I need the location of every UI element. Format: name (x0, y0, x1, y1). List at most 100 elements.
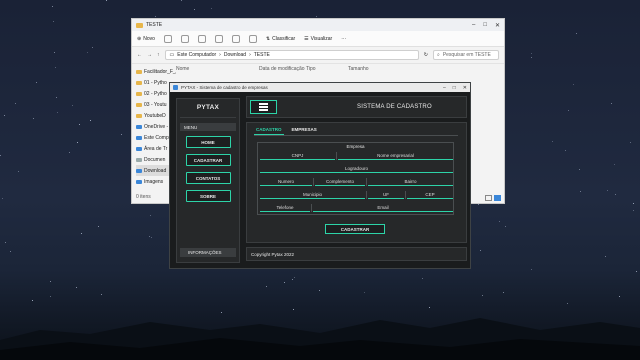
nav-item[interactable]: Facilitador_F_A (136, 66, 176, 77)
up-icon[interactable]: ↑ (157, 52, 160, 58)
cadastrar-submit-button[interactable]: CADASTRAR (325, 224, 385, 234)
cadastrar-nav-button[interactable]: CADASTRAR (185, 154, 231, 166)
search-input[interactable]: ⌕ Pesquisar em TESTE (433, 50, 499, 60)
star-dot (15, 103, 16, 104)
breadcrumb-item[interactable]: TESTE (254, 52, 270, 58)
cep-field[interactable]: CEP (407, 191, 453, 199)
computer-icon (136, 135, 142, 140)
star-dot (77, 142, 78, 143)
column-header-modified[interactable]: Data de modificação (259, 66, 306, 72)
view-toggle (485, 195, 501, 201)
telefone-field[interactable]: Telefone (260, 204, 310, 212)
app-titlebar: PYTAX - Sistema de cadastro de empresas … (170, 83, 470, 92)
uf-field[interactable]: UF (368, 191, 404, 199)
more-button[interactable]: ··· (341, 36, 346, 42)
explorer-toolbar: ⊕ Novo ⇅ Classificar ☰ Visualizar ··· (132, 31, 504, 47)
numero-field[interactable]: Numero (260, 178, 312, 186)
delete-icon[interactable] (248, 34, 257, 43)
logradouro-field[interactable]: Logradouro (260, 165, 453, 173)
field-separator (366, 178, 367, 186)
address-bar[interactable]: ▭ Este Computador › Download › TESTE (164, 50, 419, 60)
maximize-icon[interactable]: □ (453, 85, 456, 91)
star-dot (211, 8, 212, 9)
breadcrumb-item[interactable]: Download (224, 52, 246, 58)
star-dot (565, 150, 566, 151)
star-dot (531, 57, 532, 58)
star-dot (478, 204, 479, 205)
star-dot (364, 292, 365, 293)
breadcrumb-item[interactable]: Este Computador (177, 52, 216, 58)
menu-label: MENU (180, 123, 236, 131)
rename-icon[interactable] (214, 34, 223, 43)
forward-icon[interactable]: → (147, 52, 152, 58)
minimize-icon[interactable]: – (472, 22, 475, 29)
contatos-button[interactable]: CONTATOS (185, 172, 231, 184)
nav-item-label: 02 - Pytho (144, 90, 167, 97)
paste-icon[interactable] (197, 34, 206, 43)
star-dot (503, 292, 504, 293)
tiles-view-icon[interactable] (494, 195, 501, 201)
field-separator (366, 191, 367, 199)
star-dot (615, 194, 616, 195)
sort-icon: ⇅ (265, 35, 271, 42)
email-field[interactable]: Email (313, 204, 453, 212)
minimize-icon[interactable]: – (443, 85, 446, 91)
view-button[interactable]: ☰ Visualizar (304, 36, 332, 42)
star-dot (151, 237, 152, 238)
home-button[interactable]: HOME (185, 136, 231, 148)
municipio-field[interactable]: Municipio (260, 191, 365, 199)
document-icon (136, 157, 142, 162)
new-button[interactable]: ⊕ Novo (137, 36, 155, 42)
sort-button[interactable]: ⇅ Classificar (266, 36, 295, 42)
tab-bar: CADASTRO EMPRESAS (254, 126, 319, 135)
tab-empresas[interactable]: EMPRESAS (290, 126, 319, 135)
star-dot (531, 269, 532, 270)
informacoes-button[interactable]: INFORMAÇÕES (180, 248, 236, 257)
field-separator (311, 204, 312, 212)
bairro-field[interactable]: Bairro (368, 178, 453, 186)
details-view-icon[interactable] (485, 195, 492, 201)
star-dot (579, 169, 580, 170)
column-header-size[interactable]: Tamanho (348, 66, 369, 72)
star-dot (633, 203, 634, 204)
maximize-icon[interactable]: □ (483, 22, 487, 29)
copy-icon[interactable] (180, 34, 189, 43)
nav-item-label: Download (144, 167, 167, 174)
nav-item-label: OneDrive - (144, 123, 169, 130)
star-dot (57, 112, 58, 113)
star-dot (482, 295, 483, 296)
sobre-button[interactable]: SOBRE (185, 190, 231, 202)
new-button-label: Novo (143, 35, 155, 42)
star-dot (422, 278, 423, 279)
folder-icon (136, 102, 142, 107)
menu-toggle-button[interactable] (250, 100, 277, 114)
star-dot (92, 47, 93, 48)
cnpj-field[interactable]: CNPJ (260, 152, 335, 160)
share-icon[interactable] (231, 34, 240, 43)
plus-icon: ⊕ (137, 35, 142, 42)
star-dot (121, 134, 122, 135)
star-dot (505, 226, 506, 227)
refresh-icon[interactable]: ↻ (424, 52, 428, 58)
column-header-type[interactable]: Tipo (306, 66, 348, 72)
tab-cadastro[interactable]: CADASTRO (254, 126, 284, 135)
complemento-field[interactable]: Complemento (315, 178, 365, 186)
cut-icon[interactable] (163, 34, 172, 43)
explorer-titlebar: TESTE – □ ✕ (132, 19, 504, 31)
close-icon[interactable]: ✕ (495, 22, 500, 29)
star-dot (149, 236, 150, 237)
star-dot (50, 281, 51, 282)
close-icon[interactable]: ✕ (463, 85, 467, 91)
cloud-icon (136, 124, 142, 129)
star-dot (316, 16, 317, 17)
star-dot (0, 155, 1, 156)
star-dot (573, 84, 574, 85)
column-header-name[interactable]: Nome (176, 66, 259, 72)
hamburger-icon (259, 103, 268, 111)
star-dot (194, 9, 195, 10)
nome-empresarial-field[interactable]: Nome empresarial (338, 152, 453, 160)
star-dot (10, 251, 11, 252)
back-icon[interactable]: ← (137, 52, 142, 58)
star-dot (81, 233, 82, 234)
sort-button-label: Classificar (272, 35, 296, 42)
